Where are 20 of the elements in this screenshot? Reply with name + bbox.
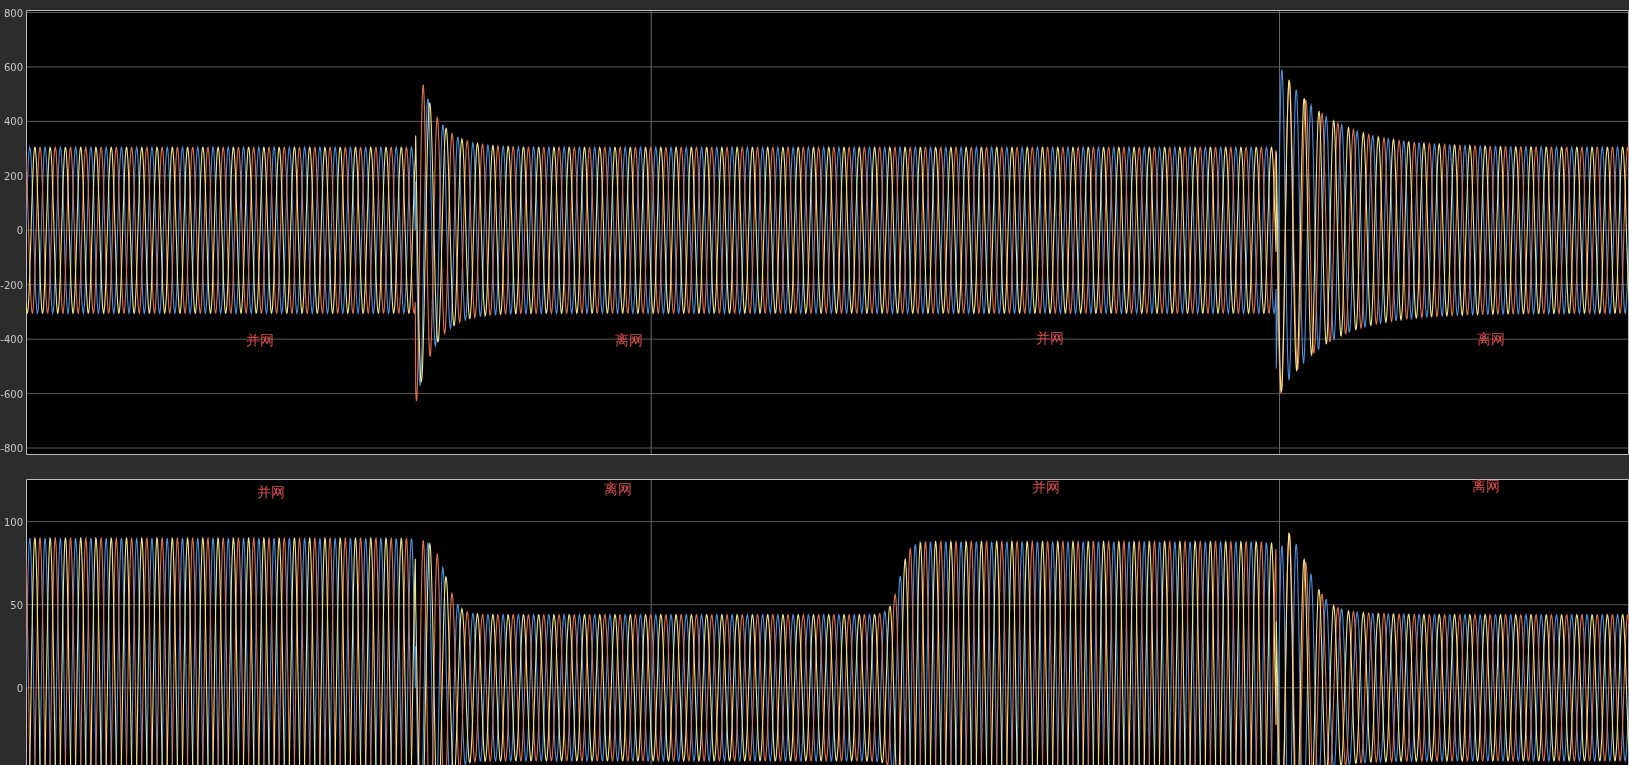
- axis-tick-label: -800: [0, 442, 23, 454]
- axis-tick-label: 800: [3, 7, 23, 18]
- annotation-label: 离网: [1476, 330, 1507, 348]
- axis-tick-label: 100: [3, 516, 23, 528]
- annotation-label: 离网: [602, 480, 633, 498]
- annotation-label: 并网: [1030, 479, 1061, 496]
- axis-tick-label: 0: [16, 224, 23, 236]
- axis-tick-label: 0: [16, 682, 23, 694]
- axis-tick-label: 50: [10, 599, 23, 611]
- axis-tick-label: -200: [0, 279, 23, 291]
- annotation-label: 并网: [256, 483, 287, 501]
- annotation-label: 离网: [1471, 479, 1502, 495]
- annotation-label: 并网: [245, 331, 276, 349]
- axis-tick-label: -400: [0, 333, 23, 345]
- annotation-label: 离网: [613, 331, 644, 349]
- axis-tick-label: -600: [0, 388, 23, 400]
- axis-tick-label: 200: [3, 170, 23, 182]
- annotation-label: 并网: [1035, 329, 1066, 347]
- axis-tick-label: 600: [3, 61, 23, 73]
- axis-tick-label: 400: [3, 115, 23, 127]
